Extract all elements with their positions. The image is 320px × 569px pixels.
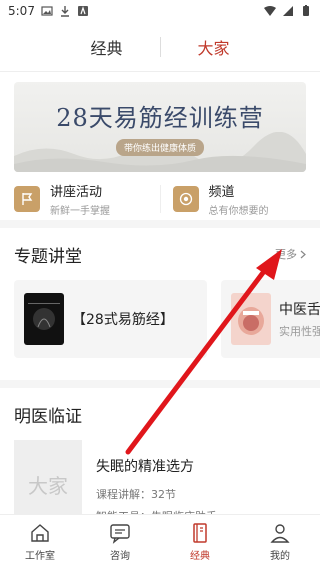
- nav-item-classic[interactable]: 经典: [160, 515, 240, 569]
- image-icon: [41, 6, 53, 16]
- flag-icon: [14, 186, 40, 212]
- lecture-activity-entry[interactable]: 讲座活动 新鲜一手掌握: [14, 181, 148, 217]
- promo-banner[interactable]: 28天易筋经训练营 带你练出健康体质: [14, 82, 306, 172]
- course-title: 失眠的精准选方: [96, 459, 194, 475]
- section-title: 明医临证: [14, 406, 82, 427]
- signal-icon: [283, 6, 293, 16]
- topic-card[interactable]: 中医舌 实用性强: [221, 280, 320, 358]
- nav-item-consult[interactable]: 咨询: [80, 515, 160, 569]
- house-icon: [31, 524, 49, 542]
- top-tabs: 经典 大家: [0, 22, 320, 72]
- nav-label: 咨询: [110, 551, 130, 562]
- nav-item-studio[interactable]: 工作室: [0, 515, 80, 569]
- topic-card[interactable]: 【28式易筋经】: [14, 280, 207, 358]
- banner-subtitle: 带你练出健康体质: [115, 139, 204, 156]
- topic-name: 中医舌: [279, 302, 320, 318]
- status-bar: 5:07: [0, 0, 320, 22]
- topics-section: 专题讲堂 更多 【28式易筋经】 中医舌 实用性强: [0, 228, 320, 358]
- channel-entry[interactable]: 频道 总有你想要的: [172, 181, 307, 217]
- broadcast-icon: [172, 186, 199, 212]
- course-lessons: 课程讲解：32节: [96, 488, 176, 501]
- topic-thumbnail: [231, 293, 271, 345]
- tab-divider: [159, 36, 161, 57]
- section-title: 专题讲堂: [14, 246, 82, 267]
- more-label: 更多: [275, 248, 297, 261]
- entry-title: 频道: [208, 185, 235, 200]
- topic-subtitle: 实用性强: [279, 325, 320, 338]
- topic-carousel[interactable]: 【28式易筋经】 中医舌 实用性强: [14, 280, 320, 358]
- entry-subtitle: 总有你想要的: [208, 206, 269, 217]
- tab-experts[interactable]: 大家: [169, 35, 259, 59]
- nav-label: 经典: [190, 551, 210, 562]
- topic-thumbnail: [24, 293, 64, 345]
- chat-icon: [110, 524, 130, 544]
- nav-label: 我的: [270, 551, 290, 562]
- download-icon: [60, 6, 69, 17]
- more-link[interactable]: 更多: [275, 246, 306, 262]
- course-section: 明医临证: [0, 388, 320, 440]
- entry-title: 讲座活动: [50, 185, 103, 200]
- bottom-nav: 工作室 咨询 经典 我的: [0, 514, 320, 569]
- entry-separator: [159, 185, 161, 213]
- chevron-right-icon: [300, 250, 306, 258]
- banner-title: 28天易筋经训练营: [56, 104, 264, 132]
- battery-icon: [303, 5, 309, 16]
- app-icon: [77, 6, 88, 16]
- status-time: 5:07: [8, 4, 35, 18]
- nav-label: 工作室: [25, 551, 55, 562]
- nav-item-mine[interactable]: 我的: [240, 515, 320, 569]
- person-icon: [270, 524, 290, 543]
- entry-shortcuts: 讲座活动 新鲜一手掌握 频道 总有你想要的: [0, 178, 320, 228]
- wifi-icon: [264, 6, 276, 16]
- topic-name: 【28式易筋经】: [72, 312, 174, 328]
- entry-subtitle: 新鲜一手掌握: [50, 206, 110, 217]
- book-icon: [193, 523, 207, 543]
- tab-classic[interactable]: 经典: [62, 35, 152, 59]
- section-divider: [0, 380, 320, 388]
